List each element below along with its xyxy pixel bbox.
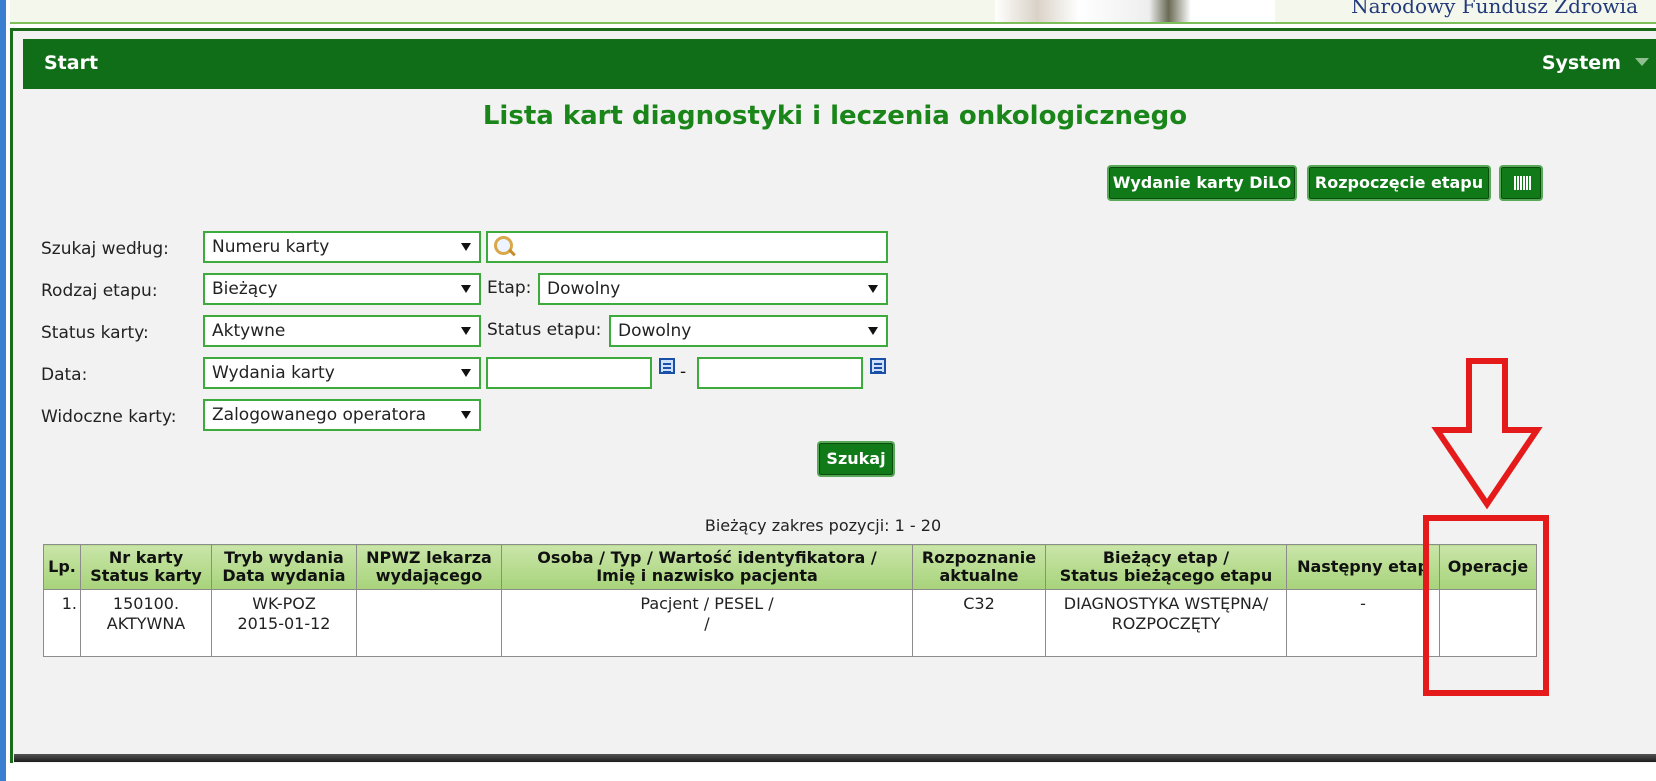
column-header-lp: Lp. (43, 544, 81, 590)
nav-start-link[interactable]: Start (44, 52, 98, 74)
card-status-label: Status karty: (41, 323, 149, 343)
dropdown-arrow-icon (461, 285, 471, 293)
cell-lp: 1. (43, 589, 81, 657)
column-header-person: Osoba / Typ / Wartość identyfikatora / Im… (501, 544, 913, 590)
search-button[interactable]: Szukaj (817, 441, 895, 477)
dropdown-arrow-icon (461, 243, 471, 251)
annotation-arrow-shape (1431, 358, 1543, 510)
annotation-highlight-box (1423, 515, 1549, 696)
issue-card-button[interactable]: Wydanie karty DiLO (1107, 165, 1297, 201)
date-label: Data: (41, 365, 88, 385)
stage-value: Dowolny (547, 279, 621, 299)
calendar-icon[interactable] (870, 358, 886, 374)
chevron-down-icon[interactable] (1635, 58, 1649, 66)
stage-status-select[interactable]: Dowolny (609, 315, 888, 347)
column-header-next-stage: Następny etap (1286, 544, 1440, 590)
table-header-row: Lp. Nr karty Status karty Tryb wydania Dat… (43, 544, 1537, 590)
cell-diagnosis: C32 (912, 589, 1046, 657)
dropdown-arrow-icon (461, 411, 471, 419)
search-icon-handle (508, 248, 516, 257)
search-input[interactable] (486, 231, 888, 263)
start-stage-button[interactable]: Rozpoczęcie etapu (1307, 165, 1491, 201)
stage-select[interactable]: Dowolny (538, 273, 888, 305)
nav-system-menu[interactable]: System (1542, 52, 1621, 74)
cell-npwz (356, 589, 502, 657)
search-by-value: Numeru karty (212, 237, 330, 257)
card-status-value: Aktywne (212, 321, 286, 341)
column-header-current-stage: Bieżący etap / Status bieżącego etapu (1045, 544, 1287, 590)
stage-kind-value: Bieżący (212, 279, 278, 299)
card-status-select[interactable]: Aktywne (203, 315, 481, 347)
stage-kind-label: Rodzaj etapu: (41, 281, 158, 301)
banner-org-name: Narodowy Fundusz Zdrowia (1351, 0, 1638, 18)
panel-bottom-shadow (14, 754, 1656, 762)
date-to-input[interactable] (697, 357, 863, 389)
stage-label: Etap: (487, 278, 532, 298)
cards-table: Lp. Nr karty Status karty Tryb wydania Dat… (43, 544, 1537, 657)
column-header-mode: Tryb wydania Data wydania (211, 544, 357, 590)
column-header-card-no: Nr karty Status karty (80, 544, 212, 590)
stage-kind-select[interactable]: Bieżący (203, 273, 481, 305)
search-by-label: Szukaj według: (41, 239, 169, 259)
nav-bar: Start System (23, 39, 1656, 89)
search-by-select[interactable]: Numeru karty (203, 231, 481, 263)
date-type-select[interactable]: Wydania karty (203, 357, 481, 389)
cell-current-stage: DIAGNOSTYKA WSTĘPNA/ROZPOCZĘTY (1045, 589, 1287, 657)
window-left-edge (0, 0, 6, 781)
barcode-button[interactable] (1499, 165, 1543, 201)
visible-cards-select[interactable]: Zalogowanego operatora (203, 399, 481, 431)
visible-cards-value: Zalogowanego operatora (212, 405, 427, 425)
stage-status-label: Status etapu: (487, 320, 602, 340)
cell-mode: WK-POZ 2015-01-12 (211, 589, 357, 657)
dropdown-arrow-icon (461, 327, 471, 335)
date-from-input[interactable] (486, 357, 652, 389)
cell-next-stage: - (1286, 589, 1440, 657)
date-separator: - (680, 362, 687, 382)
date-type-value: Wydania karty (212, 363, 335, 383)
table-row[interactable]: 1. 150100. AKTYWNA WK-POZ 2015-01-12 Pacje… (43, 589, 1537, 657)
dropdown-arrow-icon (868, 327, 878, 335)
banner-photo (995, 0, 1275, 22)
annotation-arrow-icon (1431, 358, 1543, 510)
dropdown-arrow-icon (868, 285, 878, 293)
main-panel: Start System Lista kart diagnostyki i le… (10, 28, 1656, 763)
calendar-icon[interactable] (659, 358, 675, 374)
page-title: Lista kart diagnostyki i leczenia onkolo… (482, 101, 1188, 131)
cell-person: Pacjent / PESEL / / (501, 589, 913, 657)
dropdown-arrow-icon (461, 369, 471, 377)
cell-card-no: 150100. AKTYWNA (80, 589, 212, 657)
header-banner: Narodowy Fundusz Zdrowia (10, 0, 1656, 24)
column-header-npwz: NPWZ lekarza wydającego (356, 544, 502, 590)
visible-cards-label: Widoczne karty: (41, 407, 177, 427)
results-range: Bieżący zakres pozycji: 1 - 20 (704, 516, 942, 535)
column-header-diagnosis: Rozpoznanie aktualne (912, 544, 1046, 590)
stage-status-value: Dowolny (618, 321, 692, 341)
barcode-icon (1514, 176, 1532, 190)
